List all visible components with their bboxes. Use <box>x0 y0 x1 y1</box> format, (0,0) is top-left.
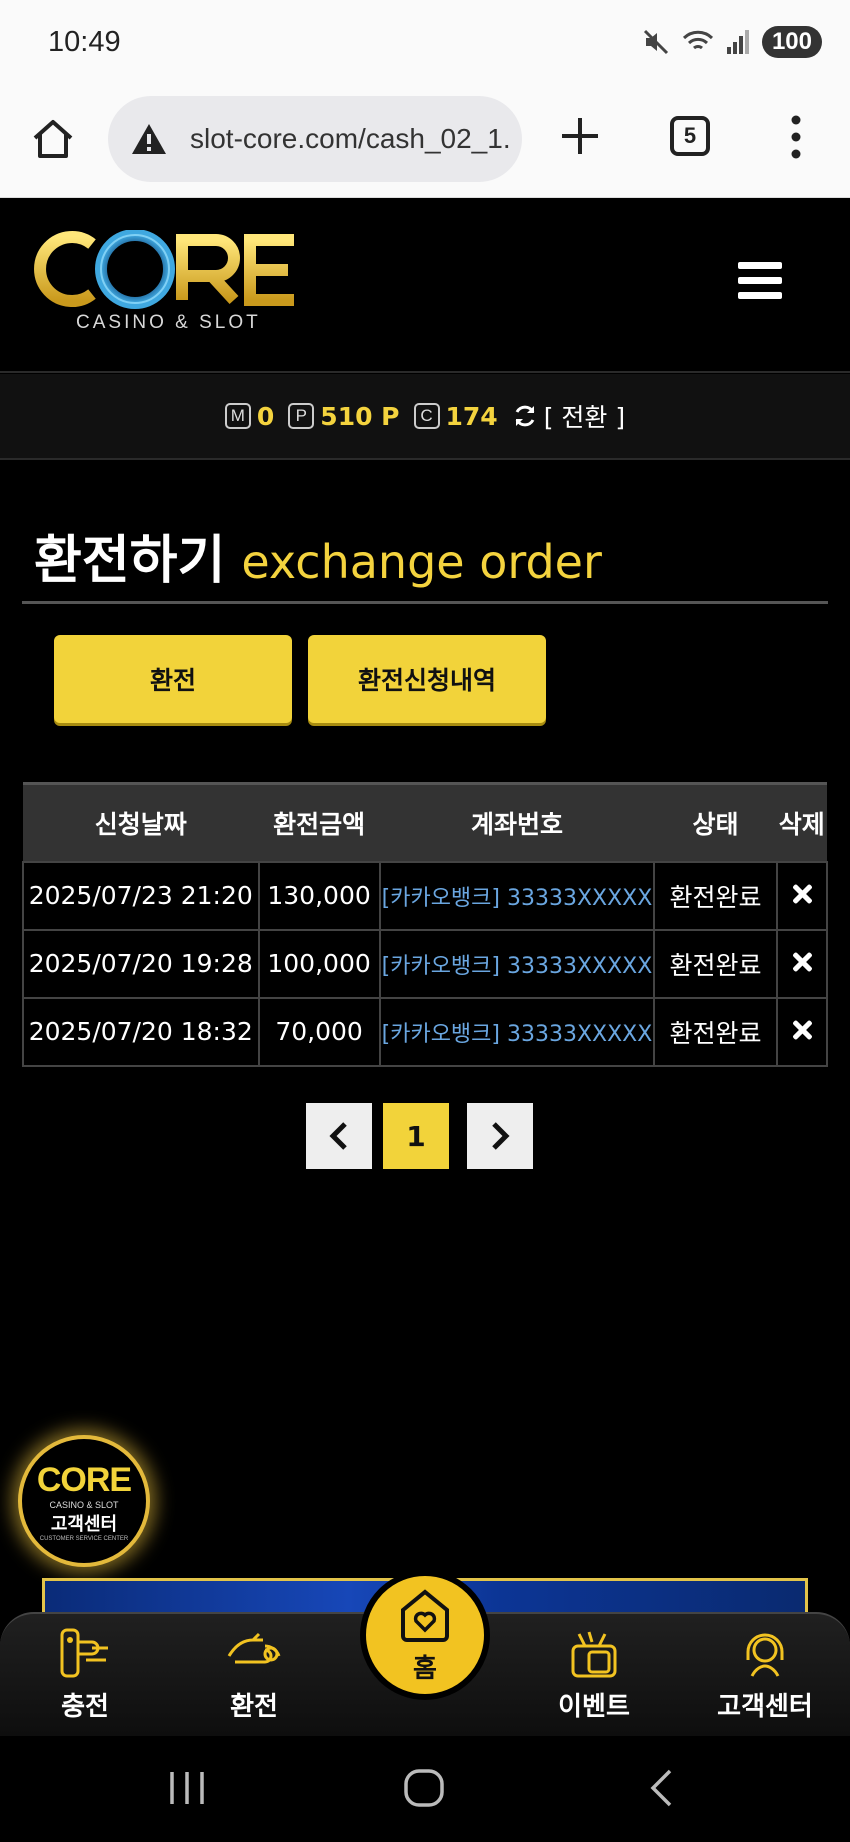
customer-service-badge[interactable]: CORE CASINO & SLOT 고객센터 CUSTOMER SERVICE… <box>18 1435 150 1567</box>
wifi-icon <box>682 30 714 50</box>
menu-bar-icon <box>738 292 782 299</box>
nav-deposit[interactable]: 충전 <box>25 1626 145 1723</box>
header-account: 계좌번호 <box>379 782 655 862</box>
page-title: 환전하기 exchange order <box>34 518 602 593</box>
delete-button[interactable] <box>775 860 829 931</box>
point-badge: P <box>288 403 315 429</box>
money-value: 0 <box>256 401 275 431</box>
point-value: 510 P <box>320 401 400 431</box>
nav-home-label: 홈 <box>413 1653 437 1684</box>
core-logo[interactable] <box>32 230 302 314</box>
chevron-left-icon <box>329 1122 347 1150</box>
chevron-right-icon <box>492 1122 510 1150</box>
header-status: 상태 <box>654 782 777 862</box>
switch-label[interactable]: [ 전환 ] <box>544 398 625 434</box>
row-account: [카카오뱅크] 33333XXXXX <box>378 860 656 931</box>
table-row: 2025/07/23 21:20 130,000 [카카오뱅크] 33333XX… <box>22 860 829 931</box>
gift-icon <box>571 1631 617 1678</box>
home-icon[interactable] <box>30 116 76 162</box>
nav-exchange[interactable]: 환전 <box>194 1626 314 1723</box>
row-account: [카카오뱅크] 33333XXXXX <box>378 996 656 1067</box>
page-title-korean: 환전하기 <box>34 531 226 591</box>
nav-support[interactable]: 고객센터 <box>705 1626 825 1723</box>
system-navigation-bar <box>0 1736 850 1842</box>
coin-badge: C <box>413 403 440 429</box>
refresh-icon <box>515 405 535 427</box>
header-delete: 삭제 <box>776 782 827 862</box>
row-status: 환전완료 <box>653 928 778 999</box>
exchange-icon <box>227 1632 281 1664</box>
page-title-english: exchange order <box>241 535 602 589</box>
exchange-history-button[interactable]: 환전신청내역 <box>308 635 546 723</box>
close-icon[interactable] <box>792 952 812 972</box>
exchange-button[interactable]: 환전 <box>54 635 292 723</box>
table-row: 2025/07/20 18:32 70,000 [카카오뱅크] 33333XXX… <box>22 996 829 1067</box>
cs-label: 고객센터 <box>50 1513 118 1535</box>
prev-page-button[interactable] <box>306 1103 372 1169</box>
next-page-button[interactable] <box>467 1103 533 1169</box>
money-badge: M <box>224 403 251 429</box>
balance-bar: M 0 P 510 P C 174 [ 전환 ] <box>0 374 850 460</box>
coin-value: 174 <box>445 401 498 431</box>
cs-tiny-text: CUSTOMER SERVICE CENTER <box>39 1535 129 1542</box>
warning-icon[interactable] <box>130 122 168 156</box>
status-icons: 100 <box>642 26 822 58</box>
back-icon[interactable] <box>646 1768 676 1808</box>
switch-button[interactable]: [ 전환 ] <box>512 398 625 434</box>
delete-button[interactable] <box>775 928 829 999</box>
headset-icon <box>746 1633 784 1677</box>
home-heart-icon <box>401 1588 449 1642</box>
close-icon[interactable] <box>792 1020 812 1040</box>
nav-support-label: 고객센터 <box>717 1692 813 1722</box>
new-tab-icon[interactable] <box>556 112 604 160</box>
mute-icon <box>643 29 669 55</box>
delete-button[interactable] <box>775 996 829 1067</box>
tab-switcher-button[interactable]: 5 <box>670 116 710 156</box>
row-date: 2025/07/23 21:20 <box>22 860 260 931</box>
home-nav-icon[interactable] <box>402 1768 446 1808</box>
table-header-row: 신청날짜 환전금액 계좌번호 상태 삭제 <box>23 782 827 862</box>
row-status: 환전완료 <box>653 996 778 1067</box>
status-bar: 10:49 100 <box>0 0 850 88</box>
nav-home-button[interactable]: 홈 <box>360 1570 490 1700</box>
nav-event[interactable]: 이벤트 <box>534 1626 654 1723</box>
cs-subtitle: CASINO & SLOT <box>49 1499 119 1510</box>
deposit-icon <box>60 1628 108 1678</box>
nav-deposit-label: 충전 <box>61 1692 109 1722</box>
logo-subtitle: CASINO & SLOT <box>76 312 261 333</box>
table-row: 2025/07/20 19:28 100,000 [카카오뱅크] 33333XX… <box>22 928 829 999</box>
coin-balance: C 174 <box>413 401 498 431</box>
menu-bar-icon <box>738 262 782 269</box>
menu-button[interactable] <box>738 262 782 300</box>
cs-logo: CORE <box>36 1460 132 1499</box>
browser-toolbar: slot-core.com/cash_02_1. 5 <box>0 88 850 198</box>
address-bar[interactable]: slot-core.com/cash_02_1. <box>108 96 522 182</box>
money-balance: M 0 <box>224 401 275 431</box>
header-amount: 환전금액 <box>258 782 380 862</box>
exchange-history-table: 신청날짜 환전금액 계좌번호 상태 삭제 2025/07/23 21:20 13… <box>22 782 829 1067</box>
url-text[interactable]: slot-core.com/cash_02_1. <box>190 123 520 155</box>
point-balance: P 510 P <box>288 401 400 431</box>
row-status: 환전완료 <box>653 860 778 931</box>
nav-event-label: 이벤트 <box>558 1692 630 1722</box>
battery-indicator: 100 <box>761 26 822 58</box>
status-time: 10:49 <box>48 26 121 58</box>
row-date: 2025/07/20 18:32 <box>22 996 260 1067</box>
menu-bar-icon <box>738 277 782 284</box>
row-amount: 70,000 <box>257 996 381 1067</box>
nav-exchange-label: 환전 <box>230 1692 278 1722</box>
signal-icon <box>726 30 749 54</box>
row-date: 2025/07/20 19:28 <box>22 928 260 999</box>
page-1-button[interactable]: 1 <box>383 1103 449 1169</box>
row-amount: 100,000 <box>257 928 381 999</box>
more-menu-icon[interactable] <box>786 112 806 162</box>
title-divider <box>22 601 828 604</box>
row-amount: 130,000 <box>257 860 381 931</box>
header-date: 신청날짜 <box>23 782 259 862</box>
recent-apps-icon[interactable] <box>168 1770 206 1806</box>
row-account: [카카오뱅크] 33333XXXXX <box>378 928 656 999</box>
close-icon[interactable] <box>792 884 812 904</box>
